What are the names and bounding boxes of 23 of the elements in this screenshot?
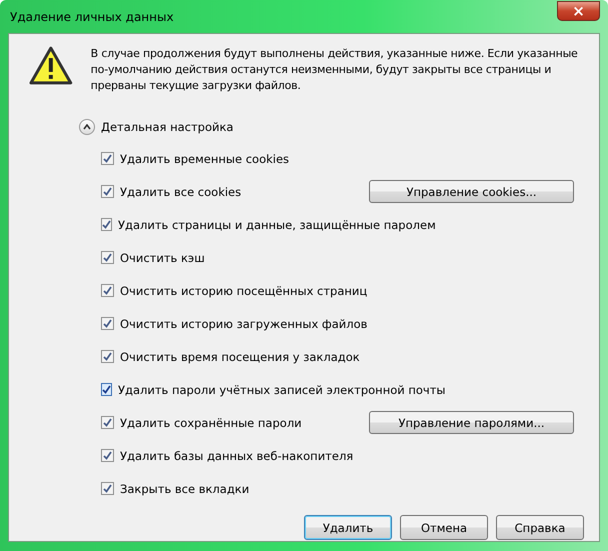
collapse-toggle[interactable] [79,119,95,135]
warning-message: В случае продолжения будут выполнены действия, указанные ниже. Если указанные по-умолчанию действия останутся неизменными, будут закрыты все страницы и прерваны текущие загрузки файлов. [90,46,579,94]
details-label: Детальная настройка [101,120,234,134]
option-label: Удалить пароли учётных записей электронной почты [118,382,446,396]
chevron-up-icon [83,124,91,130]
option-label: Удалить все cookies [120,184,242,198]
dialog-button[interactable]: Удалить [304,515,392,540]
option-label: Очистить время посещения у закладок [120,350,360,364]
warning-icon [29,46,73,86]
dialog-button[interactable]: Справка [496,515,584,540]
window-title: Удаление личных данных [9,10,174,24]
option-label: Очистить кэш [120,250,205,264]
manage-button[interactable]: Управление паролями... [369,411,574,434]
option-label: Удалить сохранённые пароли [120,416,302,430]
option-label: Удалить временные cookies [120,152,290,166]
manage-button[interactable]: Управление cookies... [369,180,574,203]
option-label: Удалить страницы и данные, защищённые паролем [118,218,436,232]
option-label: Очистить историю посещённых страниц [120,284,368,298]
option-label: Закрыть все вкладки [120,482,250,496]
option-label: Очистить историю загруженных файлов [120,316,368,330]
dialog-button[interactable]: Отмена [400,515,488,540]
option-label: Удалить базы данных веб-накопителя [120,448,354,462]
close-button[interactable]: × [557,0,600,20]
